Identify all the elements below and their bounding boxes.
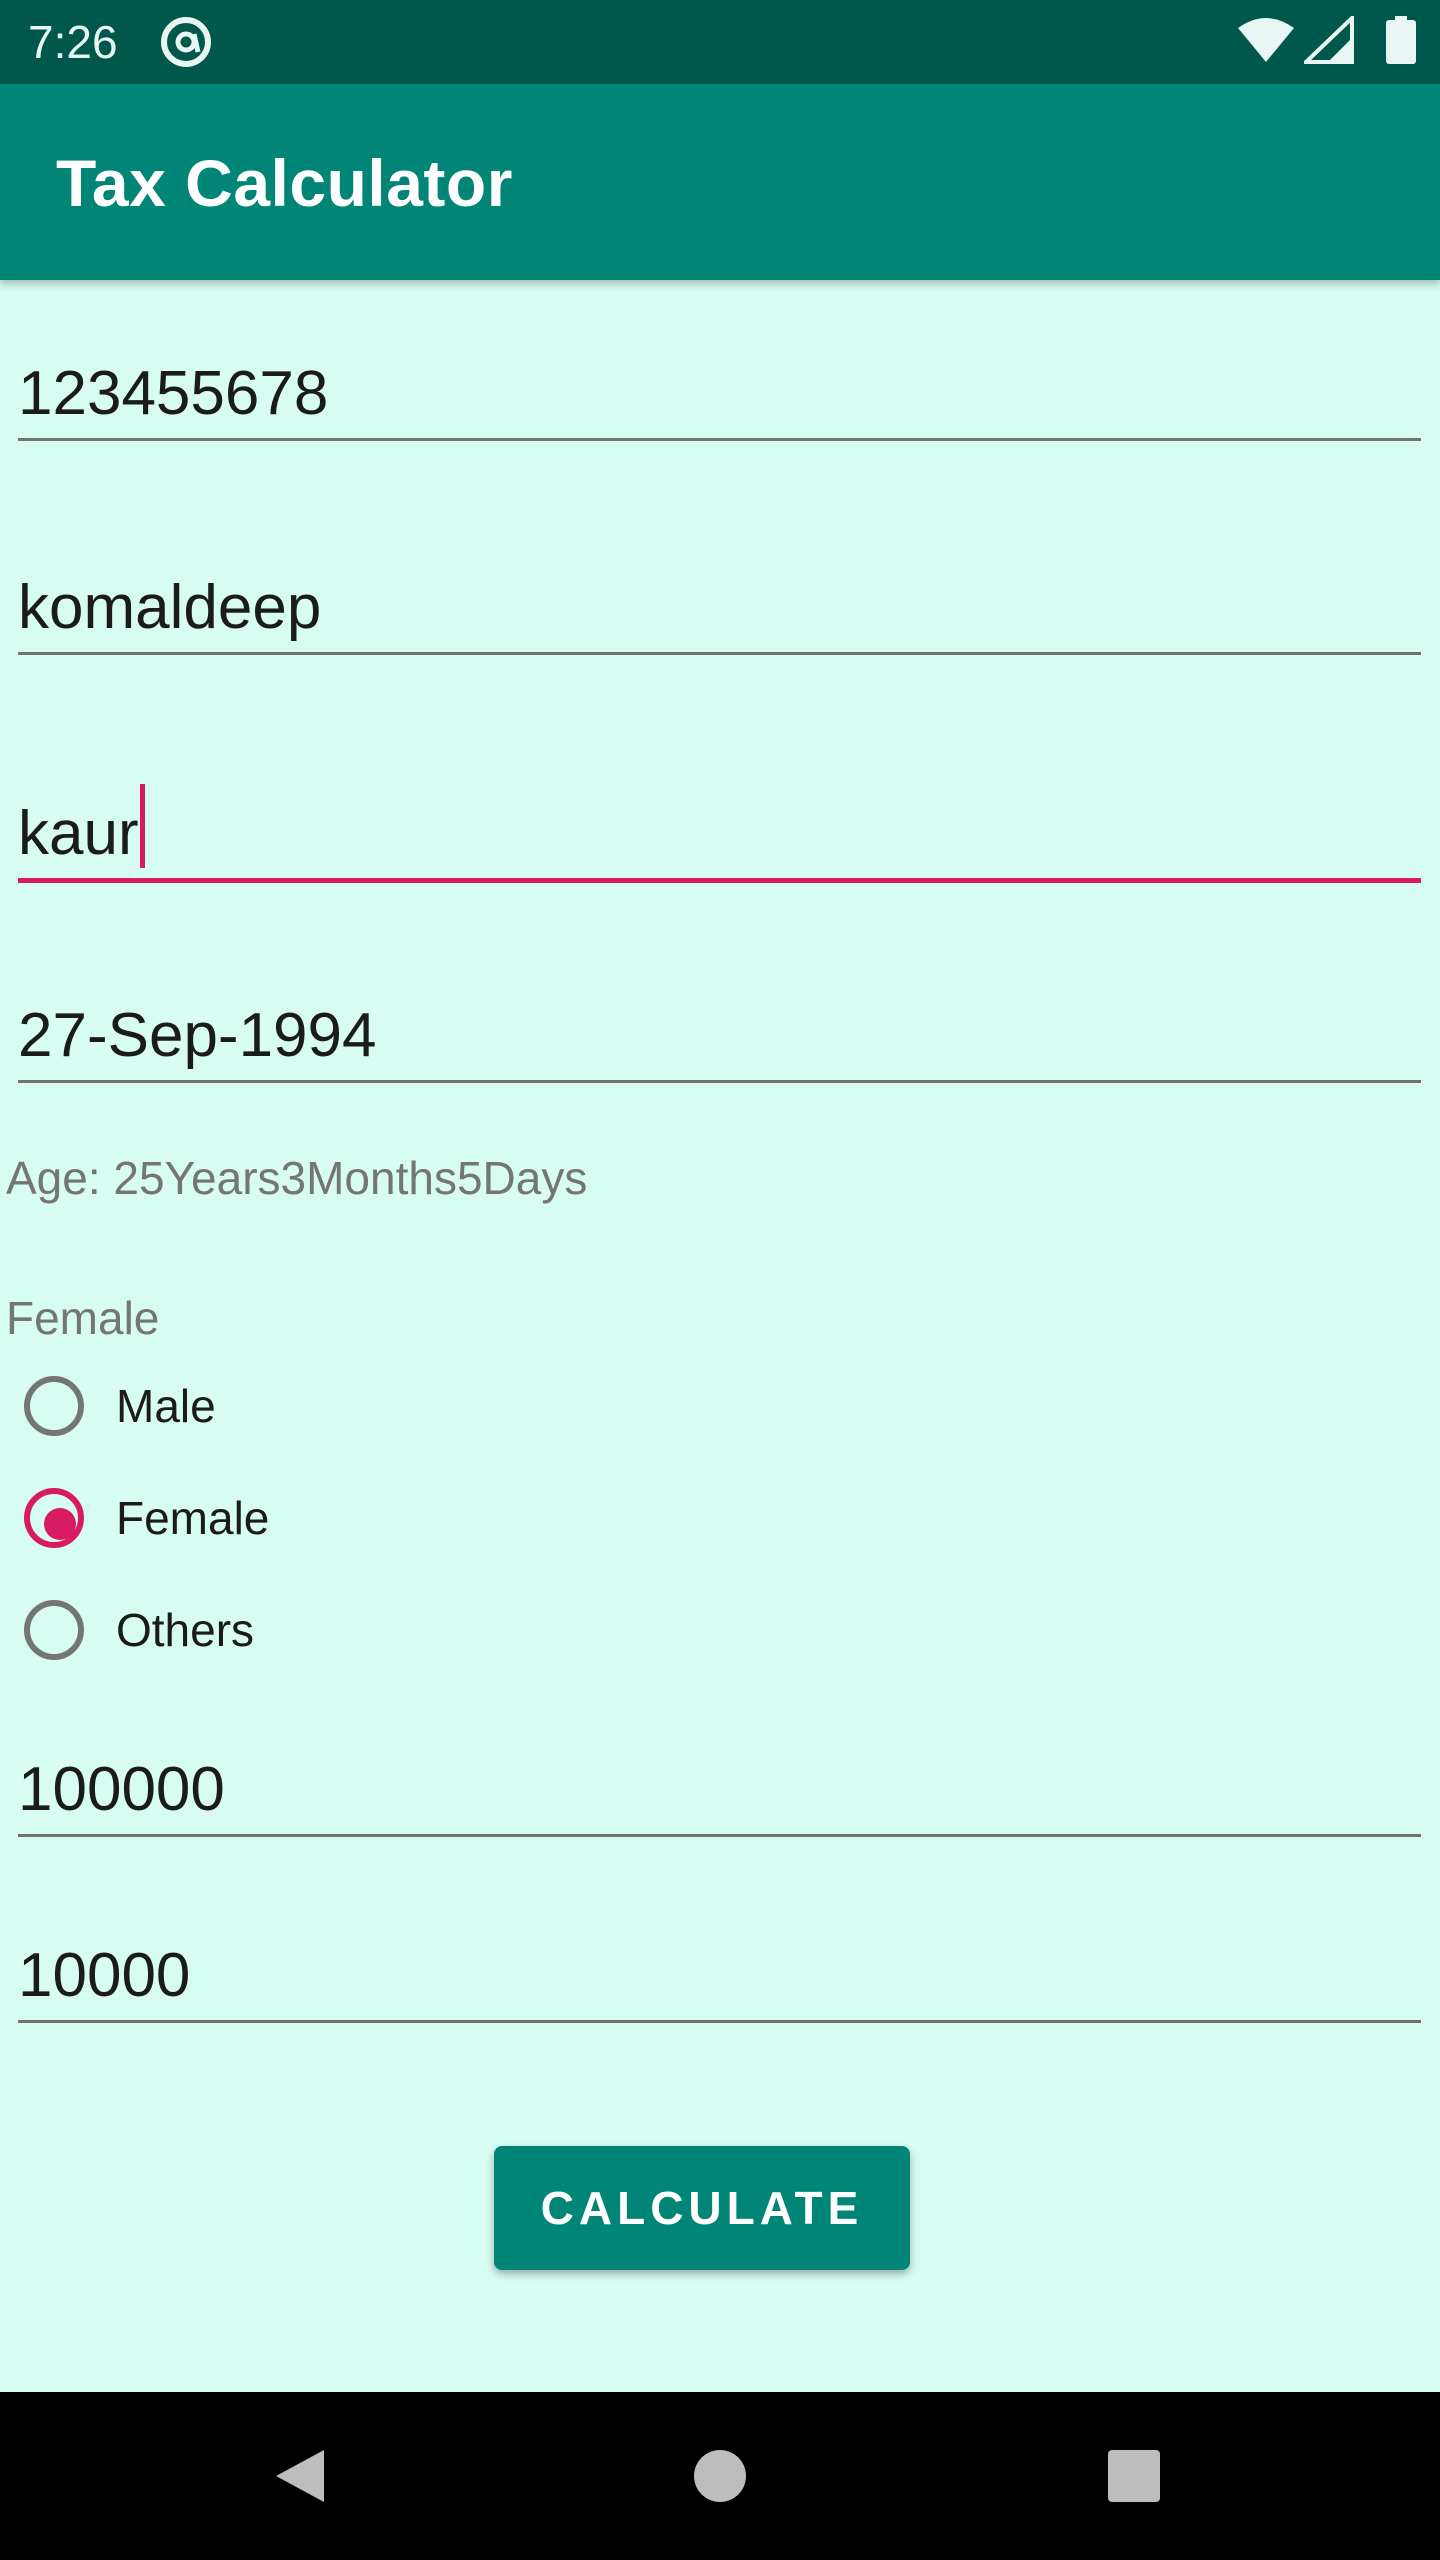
radio-button-unchecked[interactable]	[24, 1600, 84, 1660]
app-bar: Tax Calculator	[0, 84, 1440, 280]
radio-label-female: Female	[116, 1492, 270, 1544]
radio-button-unchecked[interactable]	[24, 1376, 84, 1436]
last-name-field[interactable]: kaur	[18, 784, 1421, 883]
radio-dot	[44, 1508, 76, 1540]
calculate-button[interactable]: CALCULATE	[494, 2146, 910, 2270]
status-time: 7:26	[28, 16, 118, 68]
app-title: Tax Calculator	[56, 146, 513, 220]
last-name-value: kaur	[18, 799, 139, 868]
date-of-birth-value: 27-Sep-1994	[18, 1001, 377, 1070]
at-sign-icon	[161, 17, 211, 67]
first-name-value: komaldeep	[18, 573, 322, 642]
age-text: Age: 25Years3Months5Days	[6, 1152, 588, 1204]
home-icon[interactable]	[680, 2436, 760, 2516]
sin-field[interactable]: 123455678	[18, 356, 1421, 441]
wifi-icon	[1238, 18, 1294, 62]
first-name-field[interactable]: komaldeep	[18, 570, 1421, 655]
sin-value: 123455678	[18, 359, 329, 428]
back-icon[interactable]	[262, 2436, 342, 2516]
navigation-bar	[0, 2392, 1440, 2560]
radio-button-checked[interactable]	[24, 1488, 84, 1548]
status-bar: 7:26	[0, 0, 1440, 84]
recents-icon[interactable]	[1094, 2436, 1174, 2516]
battery-icon	[1386, 16, 1416, 64]
date-of-birth-field[interactable]: 27-Sep-1994	[18, 998, 1421, 1083]
gross-income-field[interactable]: 100000	[18, 1752, 1421, 1837]
radio-label-male: Male	[116, 1380, 216, 1432]
gender-selected-label: Female	[6, 1292, 160, 1344]
rrsp-value: 10000	[18, 1941, 191, 2010]
radio-label-others: Others	[116, 1604, 255, 1656]
text-cursor	[139, 784, 145, 868]
signal-icon	[1304, 16, 1354, 64]
rrsp-field[interactable]: 10000	[18, 1938, 1421, 2023]
gross-income-value: 100000	[18, 1755, 225, 1824]
